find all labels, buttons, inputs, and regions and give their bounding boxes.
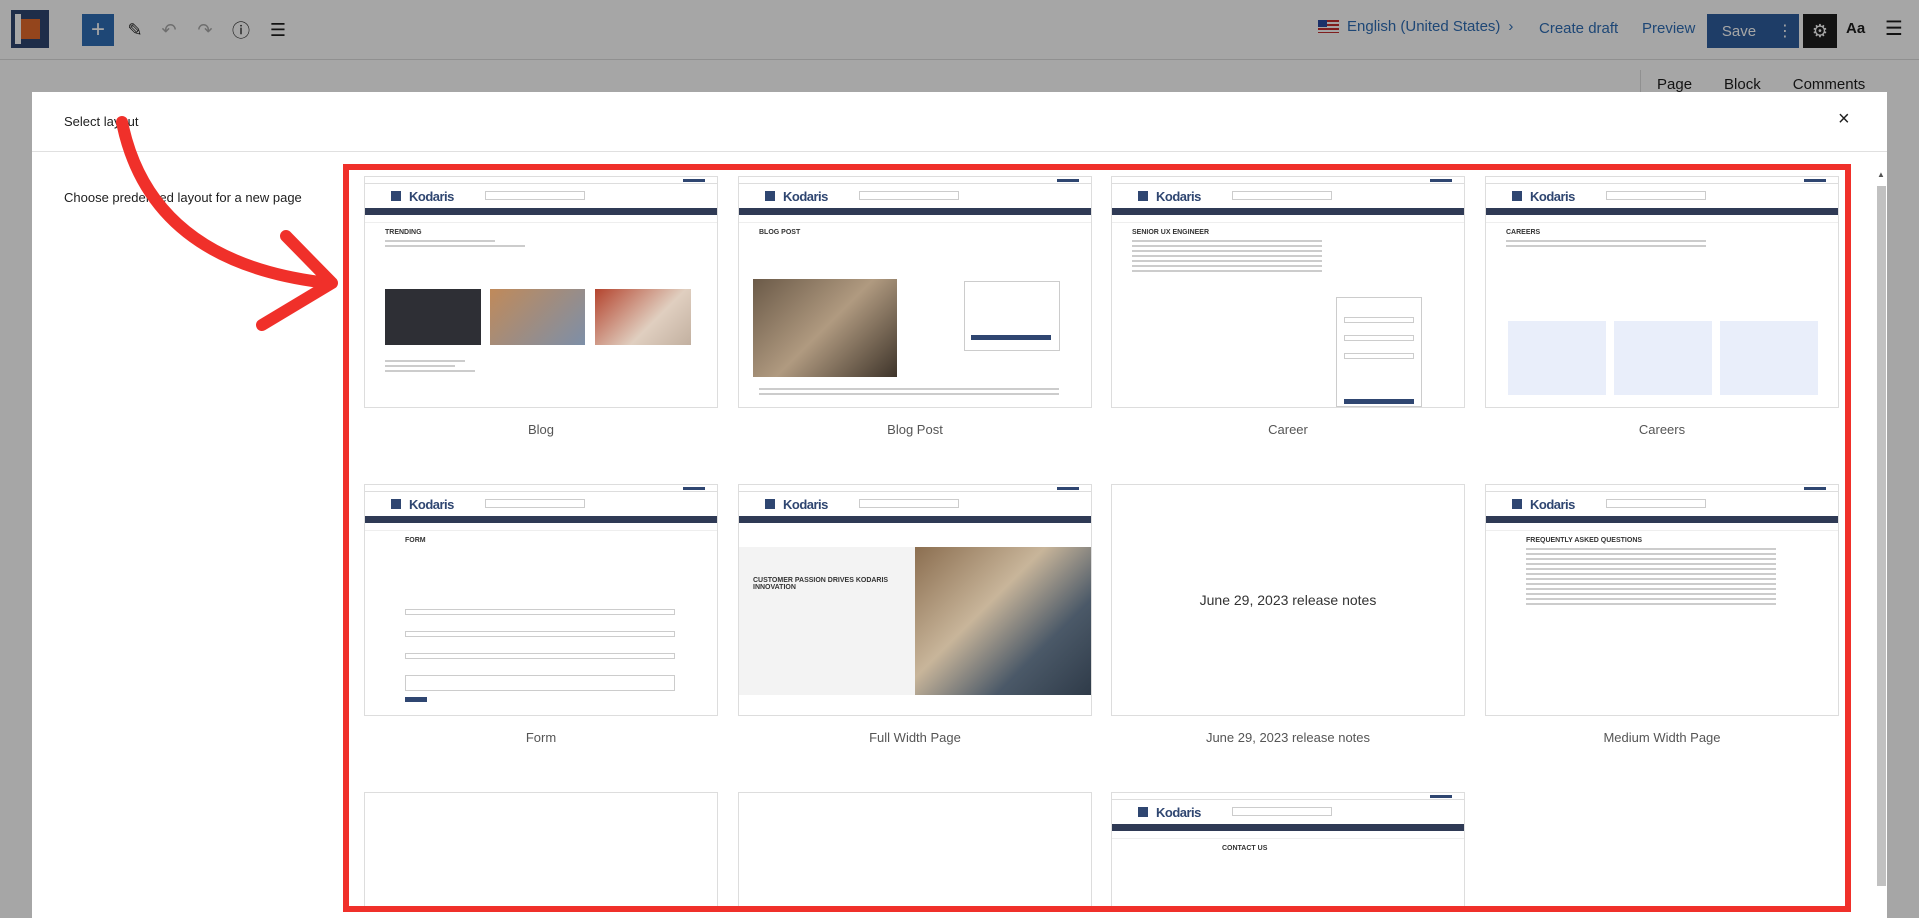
kodaris-mini-logo-icon xyxy=(1512,499,1522,509)
kodaris-mini-logo-icon xyxy=(1138,807,1148,817)
layout-thumbnail[interactable]: Kodaris Blog Post xyxy=(738,176,1092,408)
layout-label[interactable]: Form xyxy=(364,730,718,745)
kodaris-mini-logo-icon xyxy=(1138,191,1148,201)
layout-card-release-notes[interactable]: June 29, 2023 release notes June 29, 202… xyxy=(1111,484,1465,745)
layout-card-careers[interactable]: Kodaris Careers Careers xyxy=(1485,176,1839,437)
layout-thumbnail[interactable]: Kodaris Careers xyxy=(1485,176,1839,408)
close-icon[interactable]: × xyxy=(1838,108,1850,131)
layout-card-row3-1[interactable] xyxy=(364,792,718,912)
modal-description: Choose predefined layout for a new page xyxy=(64,190,302,205)
layout-card-career[interactable]: Kodaris Senior UX Engineer Career xyxy=(1111,176,1465,437)
layout-card-blog-post[interactable]: Kodaris Blog Post Blog Post xyxy=(738,176,1092,437)
layout-card-form[interactable]: Kodaris Form Form xyxy=(364,484,718,745)
layout-thumbnail[interactable]: Kodaris Senior UX Engineer xyxy=(1111,176,1465,408)
layout-thumbnail[interactable]: Kodaris Form xyxy=(364,484,718,716)
layout-label[interactable]: Career xyxy=(1111,422,1465,437)
layout-thumbnail[interactable] xyxy=(738,792,1092,912)
layout-label[interactable]: Full Width Page xyxy=(738,730,1092,745)
layout-thumbnail[interactable]: Kodaris Customer Passion Drives Kodaris … xyxy=(738,484,1092,716)
layout-thumbnail[interactable]: Kodaris Trending xyxy=(364,176,718,408)
kodaris-mini-logo-icon xyxy=(391,499,401,509)
layout-label[interactable]: Careers xyxy=(1485,422,1839,437)
layout-thumbnail[interactable]: Kodaris Frequently Asked Questions xyxy=(1485,484,1839,716)
modal-header: Select layout × xyxy=(32,92,1887,152)
layout-thumbnail[interactable]: June 29, 2023 release notes xyxy=(1111,484,1465,716)
layout-card-contact[interactable]: Kodaris Contact Us xyxy=(1111,792,1465,912)
layout-card-medium-width-page[interactable]: Kodaris Frequently Asked Questions Mediu… xyxy=(1485,484,1839,745)
layout-thumbnail[interactable] xyxy=(364,792,718,912)
layout-card-blog[interactable]: Kodaris Trending Blog xyxy=(364,176,718,437)
release-notes-preview-text: June 29, 2023 release notes xyxy=(1199,592,1377,608)
layout-label[interactable]: June 29, 2023 release notes xyxy=(1111,730,1465,745)
scrollbar[interactable]: ▲ xyxy=(1875,170,1887,914)
layout-thumbnail[interactable]: Kodaris Contact Us xyxy=(1111,792,1465,912)
modal-title: Select layout xyxy=(64,114,139,129)
kodaris-mini-logo-icon xyxy=(391,191,401,201)
layout-card-full-width-page[interactable]: Kodaris Customer Passion Drives Kodaris … xyxy=(738,484,1092,745)
layout-label[interactable]: Blog Post xyxy=(738,422,1092,437)
layout-card-row3-2[interactable] xyxy=(738,792,1092,912)
kodaris-mini-logo-icon xyxy=(1512,191,1522,201)
kodaris-mini-logo-icon xyxy=(765,191,775,201)
layout-label[interactable]: Medium Width Page xyxy=(1485,730,1839,745)
kodaris-mini-logo-icon xyxy=(765,499,775,509)
scrollbar-thumb[interactable] xyxy=(1877,186,1886,886)
scroll-up-icon[interactable]: ▲ xyxy=(1877,170,1885,179)
layout-label[interactable]: Blog xyxy=(364,422,718,437)
